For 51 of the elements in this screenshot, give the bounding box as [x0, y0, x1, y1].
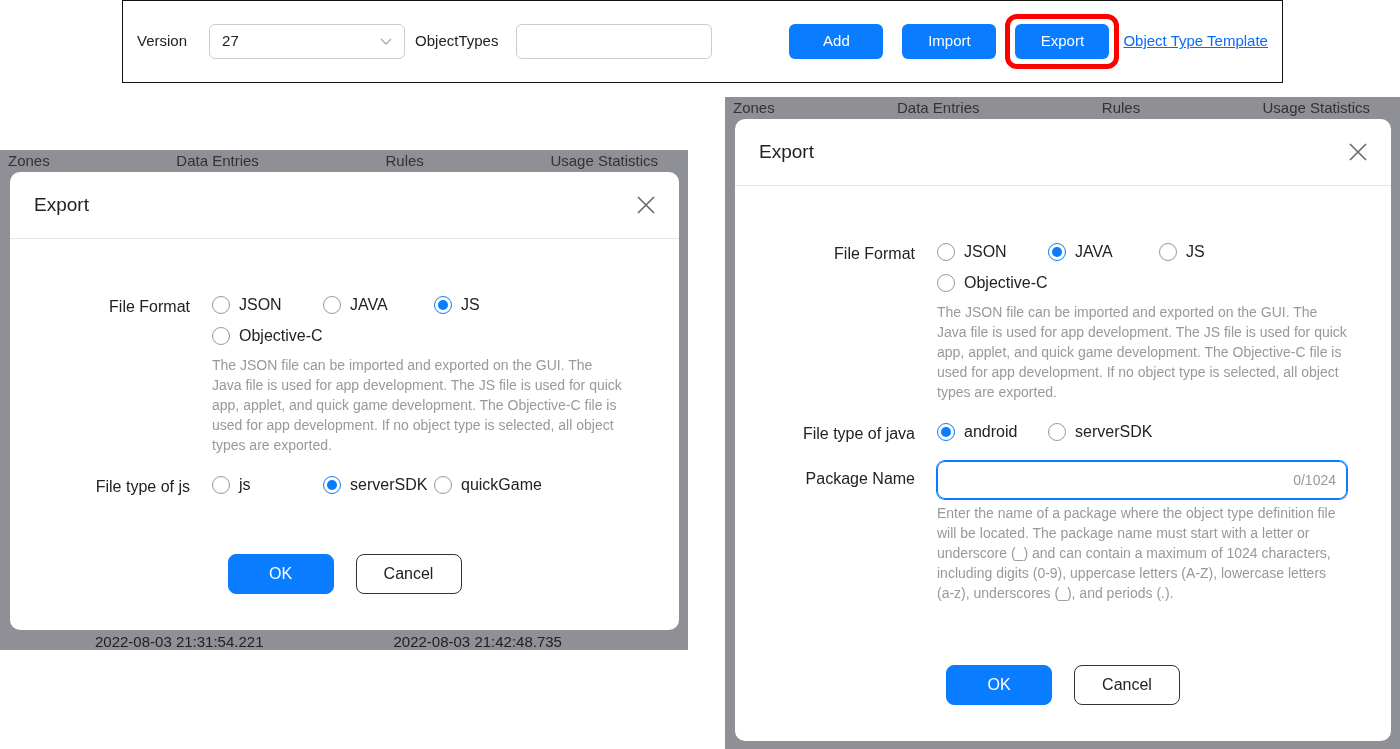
tab-label: Zones: [8, 151, 50, 171]
radio-label: JS: [461, 294, 480, 315]
toolbar-button[interactable]: Export: [1015, 24, 1110, 59]
radio-label: JSON: [239, 294, 282, 315]
tab-label: Data Entries: [897, 98, 980, 118]
radio-label: js: [239, 474, 251, 495]
field-label: File type of java: [801, 424, 915, 444]
select-value: 27: [222, 31, 239, 52]
cancel-button[interactable]: Cancel: [355, 554, 462, 594]
character-counter: 0/1024: [1293, 470, 1336, 490]
help-text: Enter the name of a package where the object type definition file will be located. The package name must start with a letter or underscore (_) and can contain a maximum of 1024 characters, including digits (0-9), uppercase letters (A-Z), lowercase letters (a-z), underscores (_), and periods (.).: [937, 504, 1337, 603]
toolbar-button[interactable]: Import: [902, 24, 997, 59]
radio-label: quickGame: [461, 474, 542, 495]
field-label: File type of js: [94, 477, 190, 497]
radio-label: serverSDK: [350, 474, 428, 495]
package-name-field[interactable]: 0/1024: [937, 461, 1347, 499]
field-label: Version: [137, 31, 188, 52]
tab-label: Usage Statistics: [550, 151, 658, 171]
object-types-field[interactable]: [516, 24, 713, 59]
radio-label: android: [964, 421, 1018, 442]
radio-label: JAVA: [1075, 241, 1113, 262]
toolbar-button[interactable]: Add: [789, 24, 884, 59]
ok-button[interactable]: OK: [227, 554, 334, 594]
field-label: File Format: [833, 244, 915, 264]
dialog-title: Export: [34, 192, 89, 217]
field-label: Package Name: [804, 469, 915, 489]
dialog-title: Export: [759, 139, 814, 164]
tab-label: Usage Statistics: [1262, 98, 1370, 118]
help-text: The JSON file can be imported and exported on the GUI. The Java file is used for app development. The JS file is used for quick app, applet, and quick game development. The Objective-C file is used for app development. If no object type is selected, all object types are exported.: [212, 356, 622, 455]
tab-label: Rules: [1101, 98, 1141, 118]
close-icon[interactable]: [1349, 143, 1367, 161]
tab-label: Zones: [733, 98, 775, 118]
table-cell: 2022-08-03 21:42:48.735: [393, 632, 562, 650]
radio-label: JSON: [964, 241, 1007, 262]
radio-label: JAVA: [350, 294, 388, 315]
close-icon[interactable]: [637, 196, 655, 214]
template-link[interactable]: Object Type Template: [1123, 30, 1268, 53]
radio-label: JS: [1186, 241, 1205, 262]
help-text: The JSON file can be imported and exported on the GUI. The Java file is used for app development. The JS file is used for quick app, applet, and quick game development. The Objective-C file is used for app development. If no object type is selected, all object types are exported.: [937, 303, 1347, 402]
field-label: ObjectTypes: [415, 31, 499, 52]
radio-label: Objective-C: [239, 325, 323, 346]
ok-button[interactable]: OK: [946, 665, 1052, 705]
tab-label: Rules: [385, 151, 424, 171]
chevron-down-icon: [380, 37, 393, 46]
table-cell: 2022-08-03 21:31:54.221: [95, 632, 264, 650]
radio-label: serverSDK: [1075, 421, 1153, 442]
field-label: File Format: [108, 297, 190, 317]
tab-label: Data Entries: [176, 151, 259, 171]
cancel-button[interactable]: Cancel: [1074, 665, 1180, 705]
version-select[interactable]: 27: [209, 24, 406, 59]
radio-label: Objective-C: [964, 272, 1048, 293]
